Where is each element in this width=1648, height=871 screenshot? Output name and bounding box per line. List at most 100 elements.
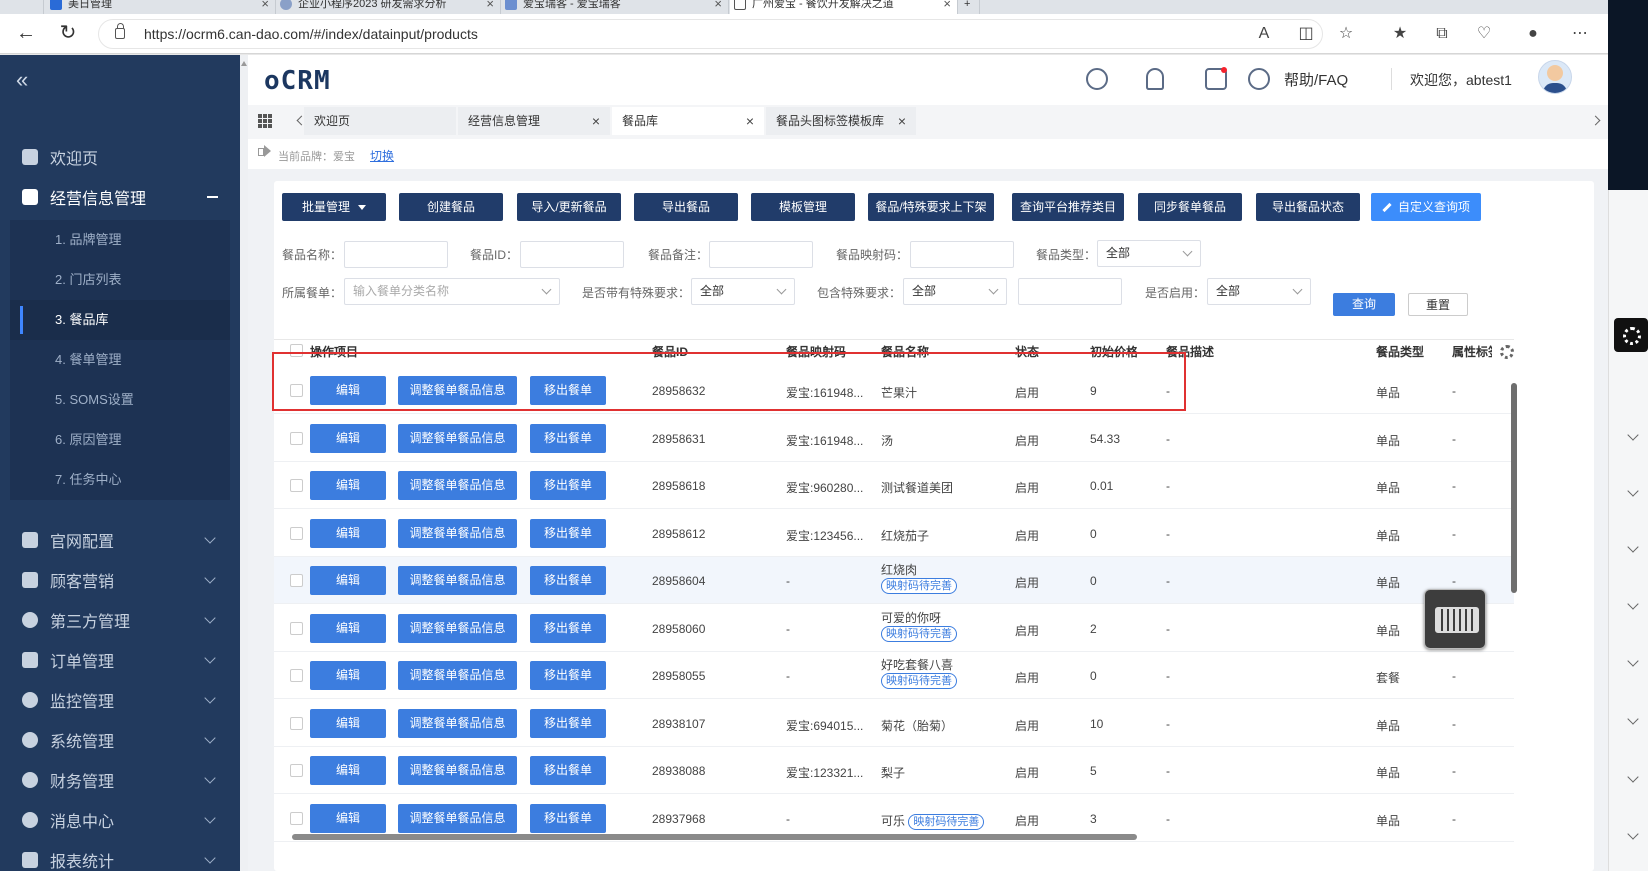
split-screen-icon[interactable]: ◫ xyxy=(1296,25,1316,45)
sidebar-item-monitor[interactable]: 监控管理 xyxy=(0,680,240,720)
close-icon[interactable]: × xyxy=(746,107,754,135)
chevron-down-icon[interactable] xyxy=(1627,713,1639,725)
bell-icon[interactable] xyxy=(1146,68,1164,90)
edit-button[interactable]: 编辑 xyxy=(310,613,386,643)
chevron-down-icon[interactable] xyxy=(1627,655,1639,667)
adjust-menu-product-button[interactable]: 调整餐单餐品信息 xyxy=(398,661,517,690)
export-status-button[interactable]: 导出餐品状态 xyxy=(1256,193,1360,221)
adjust-menu-product-button[interactable]: 调整餐单餐品信息 xyxy=(398,376,517,405)
profile-icon[interactable]: ● xyxy=(1523,25,1543,45)
sidebar-item-third-party[interactable]: 第三方管理 xyxy=(0,600,240,640)
table-vertical-scrollbar[interactable] xyxy=(1510,367,1518,837)
remove-from-menu-button[interactable]: 移出餐单 xyxy=(530,376,606,405)
remove-from-menu-button[interactable]: 移出餐单 xyxy=(530,661,606,690)
submenu-item-reasons[interactable]: 6. 原因管理 xyxy=(10,420,230,460)
close-icon[interactable]: × xyxy=(898,107,906,135)
adjust-menu-product-button[interactable]: 调整餐单餐品信息 xyxy=(398,518,517,548)
sidebar-item-website[interactable]: 官网配置 xyxy=(0,520,240,560)
chevron-down-icon[interactable] xyxy=(1627,771,1639,783)
tab-products[interactable]: 餐品库 × xyxy=(612,107,764,135)
mapping-code-input[interactable] xyxy=(910,241,1014,268)
chevron-down-icon[interactable] xyxy=(1627,541,1639,553)
chevron-down-icon[interactable] xyxy=(1627,598,1639,610)
select-all-checkbox[interactable] xyxy=(290,344,303,357)
remove-from-menu-button[interactable]: 移出餐单 xyxy=(530,423,606,453)
export-products-button[interactable]: 导出餐品 xyxy=(634,193,738,221)
has-special-select[interactable]: 全部 xyxy=(691,278,795,305)
close-icon[interactable]: × xyxy=(592,107,600,135)
edit-button[interactable]: 编辑 xyxy=(310,376,386,405)
gear-icon[interactable] xyxy=(1614,318,1648,352)
data-icon[interactable] xyxy=(1086,68,1108,90)
create-product-button[interactable]: 创建餐品 xyxy=(399,193,503,221)
edit-button[interactable]: 编辑 xyxy=(310,518,386,548)
submenu-item-tasks[interactable]: 7. 任务中心 xyxy=(10,460,230,500)
sidebar-item-orders[interactable]: 订单管理 xyxy=(0,640,240,680)
favorites-icon[interactable]: ★ xyxy=(1390,25,1410,45)
tab-business-info[interactable]: 经营信息管理 × xyxy=(458,107,610,135)
chevron-down-icon[interactable] xyxy=(1627,485,1639,497)
sidebar-item-welcome[interactable]: 欢迎页 xyxy=(0,137,240,177)
sidebar-item-business-info[interactable]: 经营信息管理 xyxy=(0,177,240,217)
close-tab-icon[interactable]: × xyxy=(261,0,269,14)
keyboard-icon[interactable] xyxy=(1424,589,1486,649)
edit-button[interactable]: 编辑 xyxy=(310,423,386,453)
remove-from-menu-button[interactable]: 移出餐单 xyxy=(530,756,606,785)
close-tab-icon[interactable]: × xyxy=(486,0,494,14)
close-tab-icon[interactable]: × xyxy=(943,0,951,14)
favorite-star-icon[interactable]: ☆ xyxy=(1336,25,1356,45)
product-id-input[interactable] xyxy=(520,241,624,268)
adjust-menu-product-button[interactable]: 调整餐单餐品信息 xyxy=(398,566,517,595)
tab-product-tag-templates[interactable]: 餐品头图标签模板库 × xyxy=(766,107,916,135)
row-checkbox[interactable] xyxy=(290,621,303,635)
new-tab-button[interactable]: + xyxy=(960,0,980,14)
sync-menu-products-button[interactable]: 同步餐单餐品 xyxy=(1138,193,1242,221)
remove-from-menu-button[interactable]: 移出餐单 xyxy=(530,566,606,595)
submenu-item-soms[interactable]: 5. SOMS设置 xyxy=(10,380,230,420)
edit-button[interactable]: 编辑 xyxy=(310,661,386,690)
scrollbar-thumb[interactable] xyxy=(292,834,1137,840)
browser-tab[interactable]: 企业小程序2023 研发需求分析 × xyxy=(276,0,501,14)
adjust-menu-product-button[interactable]: 调整餐单餐品信息 xyxy=(398,423,517,453)
row-checkbox[interactable] xyxy=(290,811,303,825)
adjust-menu-product-button[interactable]: 调整餐单餐品信息 xyxy=(398,471,517,500)
tab-welcome[interactable]: 欢迎页 xyxy=(304,107,456,135)
extensions-icon[interactable]: ♡ xyxy=(1474,25,1494,45)
row-checkbox[interactable] xyxy=(290,479,303,492)
chevron-down-icon[interactable] xyxy=(1627,429,1639,441)
help-icon[interactable] xyxy=(1248,68,1270,90)
collapse-sidebar-icon[interactable]: « xyxy=(16,67,28,93)
close-tab-icon[interactable]: × xyxy=(714,0,722,14)
chevron-down-icon[interactable] xyxy=(1627,828,1639,840)
switch-brand-link[interactable]: 切换 xyxy=(370,147,394,164)
sidebar-item-reports[interactable]: 报表统计 xyxy=(0,840,240,871)
adjust-menu-product-button[interactable]: 调整餐单餐品信息 xyxy=(398,756,517,785)
remove-from-menu-button[interactable]: 移出餐单 xyxy=(530,803,606,833)
row-checkbox[interactable] xyxy=(290,764,303,777)
remove-from-menu-button[interactable]: 移出餐单 xyxy=(530,471,606,500)
table-horizontal-scrollbar[interactable] xyxy=(282,833,1522,841)
edit-button[interactable]: 编辑 xyxy=(310,803,386,833)
row-checkbox[interactable] xyxy=(290,574,303,587)
tabs-scroll-right-icon[interactable] xyxy=(1590,115,1601,126)
read-aloud-icon[interactable]: A xyxy=(1254,25,1274,45)
adjust-menu-product-button[interactable]: 调整餐单餐品信息 xyxy=(398,803,517,833)
product-remark-input[interactable] xyxy=(709,241,813,268)
edit-button[interactable]: 编辑 xyxy=(310,471,386,500)
query-button[interactable]: 查询 xyxy=(1333,293,1395,316)
row-checkbox[interactable] xyxy=(290,384,303,397)
adjust-menu-product-button[interactable]: 调整餐单餐品信息 xyxy=(398,613,517,643)
sidebar-item-system[interactable]: 系统管理 xyxy=(0,720,240,760)
more-menu-icon[interactable]: ⋯ xyxy=(1570,25,1590,45)
reset-button[interactable]: 重置 xyxy=(1408,293,1468,316)
product-type-select[interactable]: 全部 xyxy=(1097,240,1201,267)
sidebar-item-finance[interactable]: 财务管理 xyxy=(0,760,240,800)
submenu-item-menus[interactable]: 4. 餐单管理 xyxy=(10,340,230,380)
browser-tab-active[interactable]: 广州爱宝 - 餐饮开发解决之道 × xyxy=(730,0,958,14)
sidebar-item-messages[interactable]: 消息中心 xyxy=(0,800,240,840)
sidebar-item-marketing[interactable]: 顾客营销 xyxy=(0,560,240,600)
row-checkbox[interactable] xyxy=(290,669,303,682)
browser-tab[interactable]: 美日管理 × xyxy=(46,0,276,14)
product-name-input[interactable] xyxy=(344,241,448,268)
row-checkbox[interactable] xyxy=(290,716,303,730)
